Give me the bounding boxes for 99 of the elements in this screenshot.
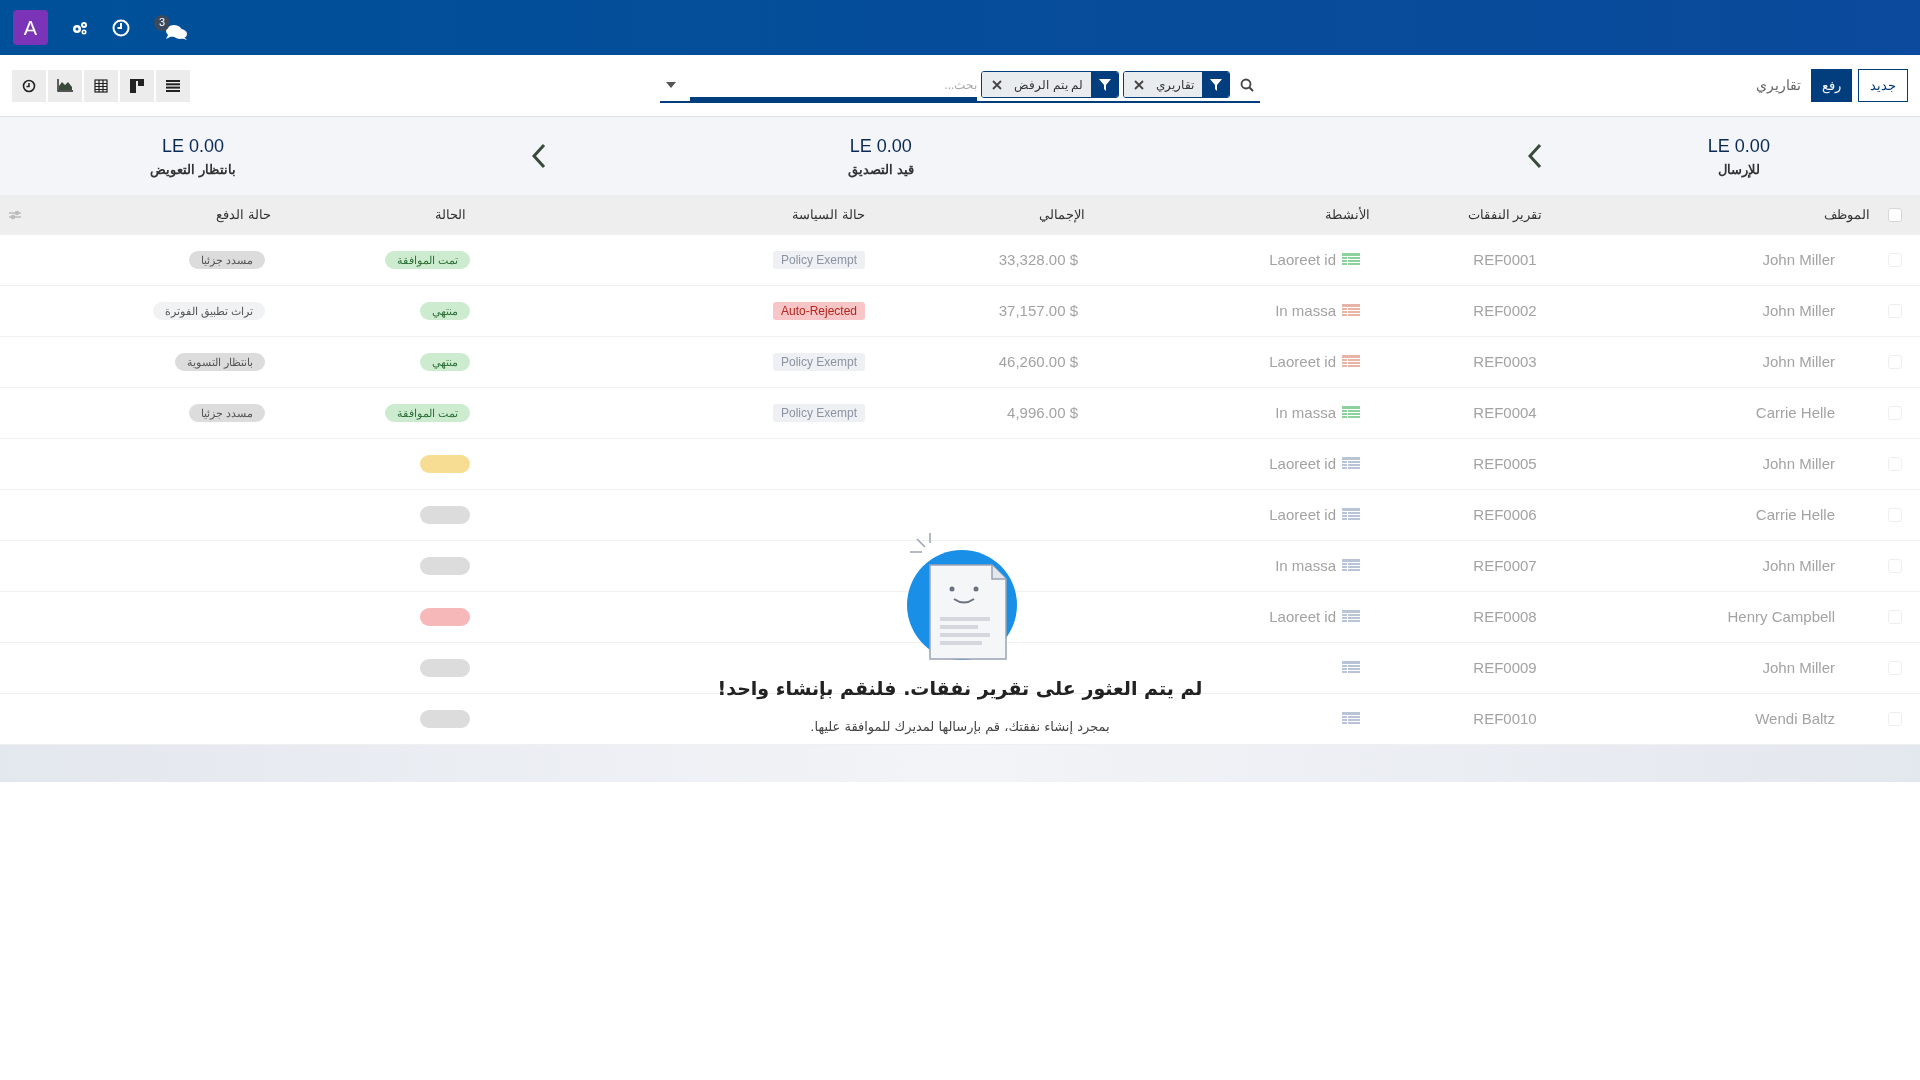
table-cell-text: In massa (1275, 402, 1336, 423)
table-cell-text: In massa (1275, 300, 1336, 321)
clock-icon (22, 78, 36, 93)
column-header[interactable]: الموظف (1824, 205, 1870, 225)
upload-button[interactable]: رفع (1811, 69, 1852, 102)
table-cell-text: Laoreet id (1269, 606, 1336, 627)
table-cell-text: REF0007 (1473, 555, 1537, 576)
table-cell-text: REF0010 (1473, 708, 1537, 729)
status-badge: تمت الموافقة (384, 404, 470, 422)
table-cell-text: In massa (1275, 555, 1336, 576)
table-cell-text: REF0004 (1473, 402, 1537, 423)
table-cell-text: John Miller (1762, 555, 1835, 576)
table-cell-text: $ 46,260.00 (997, 351, 1078, 372)
area-chart-icon (57, 79, 73, 92)
table-cell-text: Wendi Baltz (1755, 708, 1835, 729)
table-cell-text: REF0002 (1473, 300, 1537, 321)
stat-amount: LE 0.00 (1707, 134, 1770, 158)
breadcrumb[interactable]: تقاريري (1756, 75, 1801, 96)
table-cell-text: REF0005 (1473, 453, 1537, 474)
table-cell-text: Laoreet id (1269, 453, 1336, 474)
activity-icon[interactable] (1342, 355, 1360, 369)
user-avatar[interactable]: A (13, 10, 48, 45)
table-cell-text: REF0003 (1473, 351, 1537, 372)
activity-icon[interactable] (1342, 406, 1360, 420)
table-cell-text: REF0006 (1473, 504, 1537, 525)
column-header[interactable]: الحالة (435, 205, 466, 225)
column-header[interactable]: الإجمالي (1039, 205, 1085, 225)
activity-view-button[interactable] (12, 69, 46, 102)
stat-amount: LE 0.00 (161, 134, 224, 158)
column-header[interactable]: تقرير النفقات (1467, 205, 1543, 225)
dropdown-caret-icon[interactable] (666, 81, 676, 88)
column-header[interactable]: حالة الدفع (216, 205, 271, 225)
kanban-view-button[interactable] (120, 69, 154, 102)
table-cell-text: Henry Campbell (1727, 606, 1835, 627)
status-badge: منتهي (420, 302, 470, 320)
list-view-button[interactable] (156, 69, 190, 102)
status-badge: منتهي (420, 353, 470, 371)
table-cell-text: John Miller (1762, 657, 1835, 678)
kanban-icon (130, 78, 144, 93)
pivot-view-button[interactable] (84, 69, 118, 102)
activity-icon[interactable] (1342, 610, 1360, 624)
search-icon[interactable] (1240, 77, 1254, 92)
stat-label: للإرسال (1717, 160, 1760, 180)
table-cell-text: $ 37,157.00 (997, 300, 1078, 321)
table-cell-text: $ 4,996.00 (1006, 402, 1078, 423)
table-cell-text: $ 33,328.00 (997, 249, 1078, 270)
stat-label: بانتظار التعويض (150, 160, 236, 180)
activity-icon[interactable] (1342, 253, 1360, 267)
table-cell-text: REF0008 (1473, 606, 1537, 627)
chevron-left-icon[interactable] (1528, 143, 1543, 169)
remove-icon[interactable] (1124, 72, 1148, 97)
activity-icon[interactable] (1342, 712, 1360, 726)
new-button[interactable]: جديد (1858, 69, 1908, 102)
table-cell-text: John Miller (1762, 300, 1835, 321)
column-header[interactable]: الأنشطة (1325, 205, 1370, 225)
activity-icon[interactable] (1342, 304, 1360, 318)
payment-badge: مسدد جزئيا (188, 404, 265, 422)
status-badge: تمت الموافقة (384, 251, 470, 269)
chevron-left-icon[interactable] (531, 143, 546, 169)
column-header[interactable]: حالة السياسة (792, 205, 865, 225)
table-cell-text: Laoreet id (1269, 504, 1336, 525)
table-cell-text: REF0009 (1473, 657, 1537, 678)
messages-button[interactable]: 3 (154, 14, 188, 41)
stat-label: قيد التصديق (847, 160, 914, 180)
table-cell-text: Laoreet id (1269, 249, 1336, 270)
chat-icon (164, 22, 188, 41)
payment-badge: بانتظار التسوية (174, 353, 265, 371)
table-cell-text: REF0001 (1473, 249, 1537, 270)
activity-icon[interactable] (1342, 661, 1360, 675)
facet-label: لم يتم الرفض (1006, 72, 1091, 97)
table-cell-text: John Miller (1762, 453, 1835, 474)
table-cell-text: Laoreet id (1269, 351, 1336, 372)
message-count-badge: 3 (154, 14, 170, 31)
remove-icon[interactable] (982, 72, 1007, 97)
empty-subtitle: بمجرد إنشاء نفقتك، قم بإرسالها لمديرك للموافقة عليها. (810, 717, 1110, 736)
activity-icon[interactable] (1342, 508, 1360, 522)
policy-badge: Policy Exempt (772, 404, 865, 422)
facet-label: تقاريري (1148, 72, 1202, 97)
search-field[interactable]: بحث... (690, 73, 978, 102)
table-icon (94, 78, 108, 93)
list-icon (166, 79, 180, 92)
table-cell-text: Carrie Helle (1755, 504, 1835, 525)
empty-title: لم يتم العثور على تقرير نفقات. فلنقم بإنشاء واحد! (717, 676, 1203, 702)
clock-icon[interactable] (112, 18, 130, 37)
activity-icon[interactable] (1342, 457, 1360, 471)
table-cell-text: John Miller (1762, 351, 1835, 372)
table-cell-text: Carrie Helle (1755, 402, 1835, 423)
payment-badge: مسدد جزئيا (188, 251, 265, 269)
policy-badge: Auto-Rejected (772, 302, 865, 320)
column-settings-icon[interactable] (9, 210, 21, 220)
payment-badge: تراث تطبيق الفوترة (152, 302, 265, 320)
activity-icon[interactable] (1342, 559, 1360, 573)
policy-badge: Policy Exempt (772, 353, 865, 371)
table-cell-text: John Miller (1762, 249, 1835, 270)
graph-view-button[interactable] (48, 69, 82, 102)
settings-icon[interactable] (72, 20, 88, 35)
policy-badge: Policy Exempt (772, 251, 865, 269)
stat-amount: LE 0.00 (849, 134, 912, 158)
select-all-checkbox[interactable] (1888, 208, 1902, 222)
